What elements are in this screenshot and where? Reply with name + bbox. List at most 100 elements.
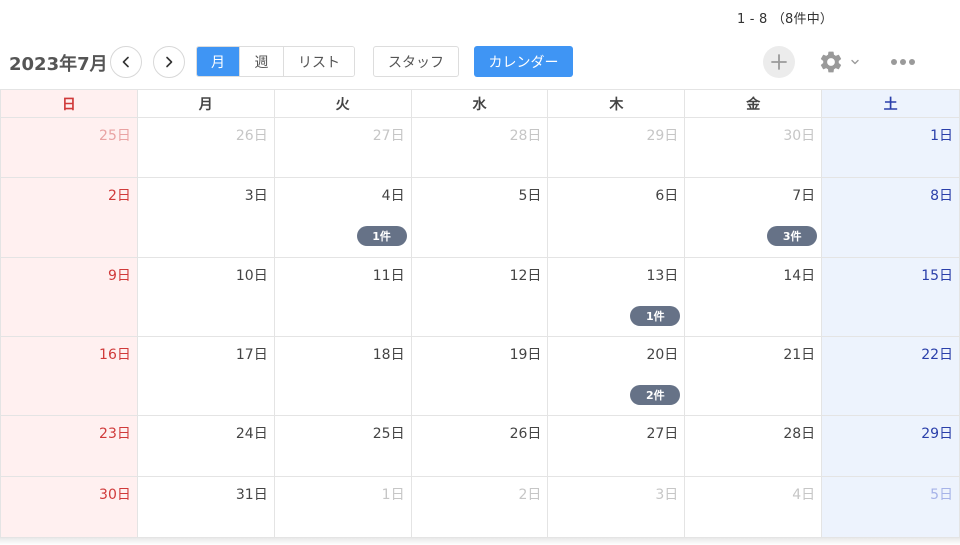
day-number: 26日 [509, 426, 542, 442]
day-cell[interactable]: 27日 [548, 416, 686, 476]
day-cell[interactable]: 16日 [1, 337, 138, 415]
day-cell[interactable]: 5日 [412, 178, 549, 257]
day-cell[interactable]: 23日 [1, 416, 138, 476]
week-row: 2日 3日 4日 1件 5日 6日 7日 3件 8日 [1, 178, 960, 258]
more-button[interactable] [888, 50, 918, 74]
chevron-right-icon [166, 56, 173, 68]
add-button[interactable] [763, 46, 795, 78]
day-cell[interactable]: 18日 [275, 337, 412, 415]
day-number: 7日 [792, 188, 816, 204]
weekday-header-sun: 日 [1, 90, 138, 117]
day-number: 22日 [921, 347, 954, 363]
view-week-button[interactable]: 週 [240, 47, 284, 76]
day-number: 3日 [655, 487, 679, 503]
day-cell[interactable]: 31日 [138, 477, 275, 537]
event-count-badge[interactable]: 1件 [630, 306, 681, 326]
next-month-button[interactable] [153, 46, 185, 78]
day-cell[interactable]: 25日 [1, 118, 138, 177]
day-number: 24日 [235, 426, 268, 442]
day-number: 12日 [509, 268, 542, 284]
weekday-header-wed: 水 [412, 90, 549, 117]
day-number: 5日 [930, 487, 954, 503]
day-cell[interactable]: 3日 [138, 178, 275, 257]
day-cell[interactable]: 8日 [822, 178, 960, 257]
view-list-button[interactable]: リスト [284, 47, 354, 76]
day-cell[interactable]: 1日 [822, 118, 960, 177]
day-cell[interactable]: 2日 [1, 178, 138, 257]
day-cell[interactable]: 29日 [822, 416, 960, 476]
day-number: 28日 [783, 426, 816, 442]
gear-icon [820, 51, 842, 73]
day-cell[interactable]: 30日 [685, 118, 823, 177]
event-count-badge[interactable]: 3件 [767, 226, 818, 246]
day-number: 29日 [646, 128, 679, 144]
day-number: 11日 [372, 268, 405, 284]
day-cell[interactable]: 17日 [138, 337, 275, 415]
day-cell[interactable]: 28日 [685, 416, 823, 476]
settings-button[interactable] [818, 48, 864, 76]
day-cell[interactable]: 7日 3件 [685, 178, 823, 257]
day-cell[interactable]: 1日 [275, 477, 412, 537]
day-cell[interactable]: 9日 [1, 258, 138, 336]
pager-count: 1 - 8 （8件中） [737, 12, 834, 27]
day-number: 2日 [518, 487, 542, 503]
day-cell[interactable]: 13日 1件 [548, 258, 686, 336]
day-cell[interactable]: 3日 [548, 477, 686, 537]
day-number: 3日 [244, 188, 268, 204]
day-cell[interactable]: 25日 [275, 416, 412, 476]
day-number: 17日 [235, 347, 268, 363]
calendar-toolbar: 2023年7月 月 週 リスト スタッフ カレンダー [0, 42, 960, 80]
view-month-button[interactable]: 月 [197, 47, 240, 76]
day-number: 23日 [99, 426, 131, 442]
day-cell[interactable]: 14日 [685, 258, 823, 336]
day-number: 19日 [509, 347, 542, 363]
day-cell[interactable]: 24日 [138, 416, 275, 476]
week-row: 9日 10日 11日 12日 13日 1件 14日 15日 [1, 258, 960, 337]
weekday-header-thu: 木 [548, 90, 686, 117]
day-number: 10日 [235, 268, 268, 284]
day-cell[interactable]: 22日 [822, 337, 960, 415]
day-cell[interactable]: 6日 [548, 178, 686, 257]
day-cell[interactable]: 21日 [685, 337, 823, 415]
event-count-badge[interactable]: 2件 [630, 385, 681, 405]
day-cell[interactable]: 11日 [275, 258, 412, 336]
day-number: 31日 [235, 487, 268, 503]
day-cell[interactable]: 29日 [548, 118, 686, 177]
day-cell[interactable]: 30日 [1, 477, 138, 537]
view-switcher: 月 週 リスト [196, 46, 355, 77]
event-count-badge[interactable]: 1件 [356, 226, 407, 246]
chevron-down-icon [851, 59, 859, 65]
day-cell[interactable]: 19日 [412, 337, 549, 415]
staff-button[interactable]: スタッフ [373, 46, 459, 77]
ellipsis-icon [891, 59, 915, 65]
day-cell[interactable]: 26日 [412, 416, 549, 476]
calendar-button[interactable]: カレンダー [474, 46, 573, 77]
week-row: 25日 26日 27日 28日 29日 30日 1日 [1, 118, 960, 178]
day-number: 4日 [792, 487, 816, 503]
weekday-header-sat: 土 [822, 90, 960, 117]
day-cell[interactable]: 10日 [138, 258, 275, 336]
day-cell[interactable]: 27日 [275, 118, 412, 177]
day-cell[interactable]: 12日 [412, 258, 549, 336]
day-cell[interactable]: 4日 1件 [275, 178, 412, 257]
day-cell[interactable]: 28日 [412, 118, 549, 177]
day-cell[interactable]: 5日 [822, 477, 960, 537]
weekday-header-mon: 月 [138, 90, 275, 117]
weekday-header: 日月火水木金土 [1, 90, 960, 118]
plus-icon [771, 54, 787, 70]
day-number: 1日 [381, 487, 405, 503]
day-number: 27日 [372, 128, 405, 144]
prev-month-button[interactable] [110, 46, 142, 78]
month-title: 2023年7月 [9, 54, 108, 75]
chevron-left-icon [122, 56, 129, 68]
day-number: 5日 [518, 188, 542, 204]
weekday-header-fri: 金 [685, 90, 823, 117]
day-cell[interactable]: 20日 2件 [548, 337, 686, 415]
day-cell[interactable]: 15日 [822, 258, 960, 336]
week-row: 30日 31日 1日 2日 3日 4日 5日 [1, 477, 960, 538]
day-cell[interactable]: 2日 [412, 477, 549, 537]
day-cell[interactable]: 4日 [685, 477, 823, 537]
day-number: 30日 [783, 128, 816, 144]
day-cell[interactable]: 26日 [138, 118, 275, 177]
month-calendar: 日月火水木金土 25日 26日 27日 28日 29日 30日 1日 2日 3日 4日 1件 5日 6日… [0, 89, 960, 538]
